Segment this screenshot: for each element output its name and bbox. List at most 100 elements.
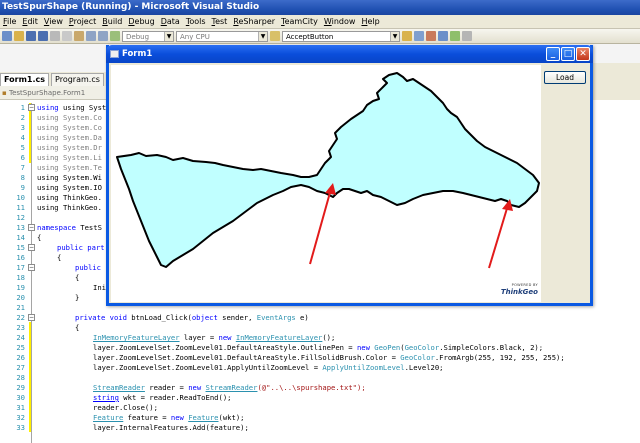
code-line: using System.Li: [37, 153, 102, 162]
tab-form1-cs[interactable]: Form1.cs: [0, 73, 50, 86]
menu-debug[interactable]: Debug: [125, 17, 157, 26]
redo-icon[interactable]: [98, 31, 108, 41]
solution-explorer-icon[interactable]: [402, 31, 412, 41]
code-line: private void btnLoad_Click(object sender…: [75, 313, 309, 322]
line-number: 17: [16, 263, 25, 272]
minimize-icon: _: [550, 49, 556, 59]
close-icon: ✕: [579, 49, 587, 59]
code-line: using ThinkGeo.: [37, 193, 102, 202]
menu-file[interactable]: File: [0, 17, 19, 26]
line-number: 7: [20, 163, 25, 172]
menu-resharper[interactable]: ReSharper: [230, 17, 278, 26]
properties-icon[interactable]: [414, 31, 424, 41]
line-number: 10: [16, 193, 25, 202]
menu-build[interactable]: Build: [99, 17, 125, 26]
object-browser-icon[interactable]: [438, 31, 448, 41]
code-line: {: [75, 273, 80, 282]
line-number: 25: [16, 343, 25, 352]
line-number: 18: [16, 273, 25, 282]
platform-combo[interactable]: Any CPU ▼: [176, 30, 268, 42]
line-number: 14: [16, 233, 25, 242]
collapse-toggle[interactable]: −: [28, 244, 35, 251]
collapse-toggle[interactable]: −: [28, 264, 35, 271]
menu-project[interactable]: Project: [66, 17, 99, 26]
collapse-toggle[interactable]: −: [28, 314, 35, 321]
line-number: 16: [16, 253, 25, 262]
save-all-icon[interactable]: [38, 31, 48, 41]
cut-icon[interactable]: [50, 31, 60, 41]
class-combo[interactable]: ▪ TestSpurShape.Form1: [2, 88, 120, 98]
code-line: {: [75, 323, 80, 332]
copy-icon[interactable]: [62, 31, 72, 41]
open-file-icon[interactable]: [14, 31, 24, 41]
paste-icon[interactable]: [74, 31, 84, 41]
powered-by-logo: POWERED BY ThinkGeo: [496, 282, 538, 300]
line-number: 6: [20, 153, 25, 162]
tab-program-cs[interactable]: Program.cs: [51, 73, 104, 86]
window-title: TestSpurShape (Running) - Microsoft Visu…: [2, 2, 260, 12]
line-number: 22: [16, 313, 25, 322]
code-line: using System.Co: [37, 123, 102, 132]
code-line: public: [75, 263, 101, 272]
load-button[interactable]: Load: [544, 71, 586, 84]
menu-help[interactable]: Help: [358, 17, 382, 26]
toolbox-icon[interactable]: [426, 31, 436, 41]
collapse-toggle[interactable]: −: [28, 104, 35, 111]
outline-guide: [31, 103, 32, 443]
line-number: 8: [20, 173, 25, 182]
find-combo[interactable]: AcceptButton ▼: [282, 30, 400, 42]
form1-title: Form1: [122, 49, 153, 59]
form1-title-bar[interactable]: Form1: [106, 45, 593, 63]
menu-bar: File Edit View Project Build Debug Data …: [0, 15, 640, 29]
code-line: using System.Wi: [37, 173, 102, 182]
code-line: string wkt = reader.ReadToEnd();: [93, 393, 232, 402]
code-line: }: [75, 293, 80, 302]
menu-test[interactable]: Test: [209, 17, 231, 26]
class-combo-value: TestSpurShape.Form1: [8, 89, 86, 97]
line-number: 12: [16, 213, 25, 222]
menu-data[interactable]: Data: [158, 17, 183, 26]
class-view-icon[interactable]: [450, 31, 460, 41]
code-line: StreamReader reader = new StreamReader(@…: [93, 383, 366, 392]
code-line: using System.Te: [37, 163, 102, 172]
start-page-icon[interactable]: [462, 31, 472, 41]
menu-teamcity[interactable]: TeamCity: [278, 17, 321, 26]
line-number: 1: [20, 103, 25, 112]
line-number: 5: [20, 143, 25, 152]
menu-edit[interactable]: Edit: [19, 17, 41, 26]
line-number: 29: [16, 383, 25, 392]
chevron-down-icon: ▼: [164, 31, 173, 41]
save-icon[interactable]: [26, 31, 36, 41]
line-number: 31: [16, 403, 25, 412]
tab-label: Program.cs: [55, 75, 100, 84]
code-line: public part: [57, 243, 105, 252]
callout-arrow: [309, 188, 332, 265]
collapse-toggle[interactable]: −: [28, 224, 35, 231]
map-canvas: [116, 72, 540, 269]
class-icon: ▪: [2, 89, 7, 97]
find-icon[interactable]: [270, 31, 280, 41]
code-line: layer.InternalFeatures.Add(feature);: [93, 423, 249, 432]
start-debugging-icon[interactable]: [110, 31, 120, 41]
menu-tools[interactable]: Tools: [183, 17, 209, 26]
configuration-combo[interactable]: Debug ▼: [122, 30, 174, 42]
form-icon: [110, 50, 119, 58]
line-number: 23: [16, 323, 25, 332]
code-line: {: [57, 253, 62, 262]
toolbar: Debug ▼ Any CPU ▼ AcceptButton ▼: [0, 29, 640, 44]
close-button[interactable]: ✕: [576, 47, 590, 61]
maximize-button[interactable]: □: [561, 47, 575, 61]
line-number: 24: [16, 333, 25, 342]
find-value: AcceptButton: [286, 32, 334, 41]
minimize-button[interactable]: _: [546, 47, 560, 61]
menu-window[interactable]: Window: [321, 17, 359, 26]
code-line: {: [37, 233, 42, 242]
menu-view[interactable]: View: [41, 17, 66, 26]
map-control[interactable]: [111, 65, 541, 302]
change-tracking-bar: [29, 322, 31, 432]
undo-icon[interactable]: [86, 31, 96, 41]
line-number: 27: [16, 363, 25, 372]
line-number: 3: [20, 123, 25, 132]
new-project-icon[interactable]: [2, 31, 12, 41]
code-line: using ThinkGeo.: [37, 203, 102, 212]
